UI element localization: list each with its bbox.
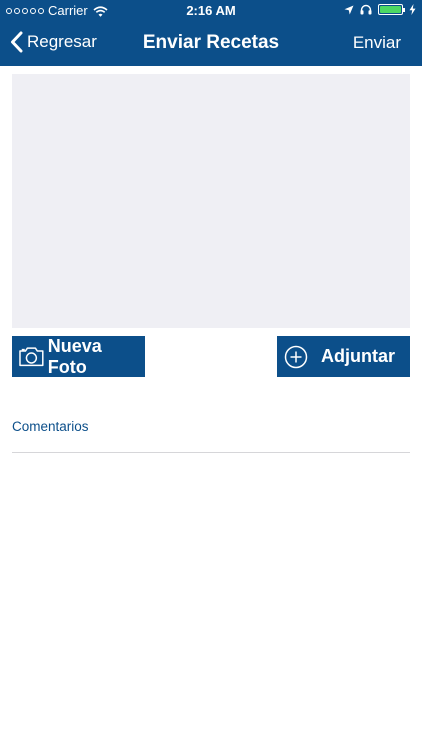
plus-circle-icon bbox=[284, 345, 308, 368]
attach-button[interactable]: Adjuntar bbox=[277, 336, 410, 377]
comments-divider bbox=[12, 452, 410, 453]
comments-label: Comentarios bbox=[12, 419, 89, 434]
chevron-left-icon bbox=[11, 31, 23, 53]
attach-label: Adjuntar bbox=[321, 346, 395, 366]
status-right bbox=[344, 4, 416, 15]
photo-preview bbox=[12, 74, 410, 328]
charging-icon bbox=[409, 4, 416, 15]
headphones-icon bbox=[360, 4, 372, 15]
new-photo-button[interactable]: Nueva Foto bbox=[12, 336, 145, 377]
back-button[interactable]: Regresar bbox=[10, 31, 97, 53]
back-button-label: Regresar bbox=[27, 32, 97, 51]
new-photo-label: Nueva Foto bbox=[47, 335, 102, 377]
location-arrow-icon bbox=[344, 5, 354, 14]
send-button[interactable]: Enviar bbox=[353, 32, 401, 54]
status-bar: Carrier 2:16 AM bbox=[0, 0, 422, 22]
camera-icon bbox=[19, 347, 44, 367]
top-bar: Carrier 2:16 AM Regresar Enviar Recetas … bbox=[0, 0, 422, 66]
battery-icon bbox=[378, 4, 405, 15]
navigation-bar: Regresar Enviar Recetas Enviar bbox=[0, 22, 422, 66]
